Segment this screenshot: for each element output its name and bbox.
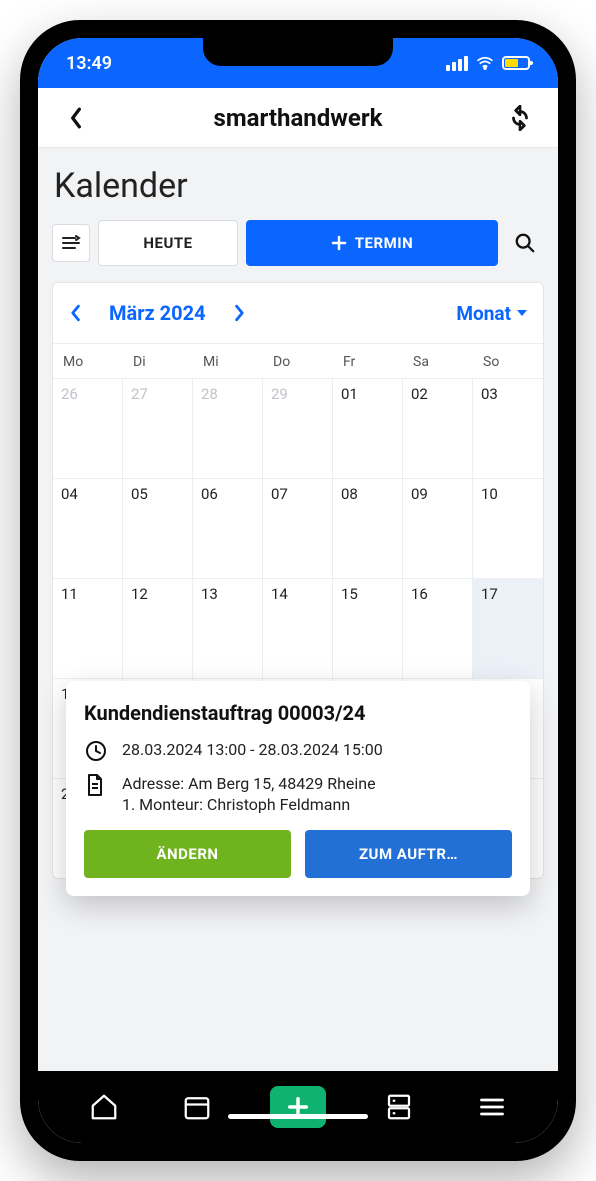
- calendar-header: März 2024 Monat: [53, 283, 543, 343]
- prev-month-button[interactable]: [69, 304, 81, 322]
- signal-icon: [446, 56, 468, 71]
- document-icon: [84, 773, 108, 797]
- status-time: 13:49: [66, 53, 112, 74]
- wifi-icon: [476, 56, 494, 70]
- filter-button[interactable]: [52, 224, 90, 262]
- today-button-label: HEUTE: [143, 234, 192, 252]
- weekday-header: Di: [123, 343, 193, 378]
- plus-icon: [331, 235, 347, 251]
- calendar-week-row: 04050607080910: [53, 478, 543, 578]
- calendar-day-cell[interactable]: 01: [333, 378, 403, 478]
- app-title: smarthandwerk: [214, 104, 383, 132]
- status-right: [446, 56, 530, 71]
- toolbar: HEUTE TERMIN: [52, 220, 544, 266]
- view-label: Monat: [456, 302, 511, 325]
- today-button[interactable]: HEUTE: [98, 220, 238, 266]
- calendar-day-cell[interactable]: 03: [473, 378, 543, 478]
- calendar-day-cell[interactable]: 11: [53, 578, 123, 678]
- calendar-day-cell[interactable]: 07: [263, 478, 333, 578]
- nav-add[interactable]: [270, 1086, 326, 1128]
- new-event-label: TERMIN: [355, 234, 413, 252]
- bottom-nav: [38, 1071, 558, 1143]
- search-button[interactable]: [506, 224, 544, 262]
- calendar-day-cell[interactable]: 10: [473, 478, 543, 578]
- battery-icon: [502, 56, 530, 70]
- nav-calendar[interactable]: [177, 1087, 217, 1127]
- calendar-day-cell[interactable]: 12: [123, 578, 193, 678]
- next-month-button[interactable]: [234, 304, 246, 322]
- home-indicator: [228, 1114, 368, 1119]
- nav-menu[interactable]: [472, 1087, 512, 1127]
- weekday-header: Sa: [403, 343, 473, 378]
- edit-button[interactable]: ÄNDERN: [84, 830, 291, 878]
- calendar-day-cell[interactable]: 09: [403, 478, 473, 578]
- calendar-day-cell[interactable]: 28: [193, 378, 263, 478]
- calendar-day-cell[interactable]: 16: [403, 578, 473, 678]
- weekday-row: MoDiMiDoFrSaSo: [53, 343, 543, 378]
- popup-actions: ÄNDERN ZUM AUFTR…: [84, 830, 512, 878]
- popup-time-text: 28.03.2024 13:00 - 28.03.2024 15:00: [122, 739, 383, 761]
- calendar-day-cell[interactable]: 05: [123, 478, 193, 578]
- weekday-header: Fr: [333, 343, 403, 378]
- month-label: März 2024: [109, 301, 206, 325]
- calendar-day-cell[interactable]: 29: [263, 378, 333, 478]
- calendar-week-row: 26272829010203: [53, 378, 543, 478]
- back-button[interactable]: [58, 100, 94, 136]
- calendar-day-cell[interactable]: 26: [53, 378, 123, 478]
- weekday-header: Mo: [53, 343, 123, 378]
- weekday-header: Do: [263, 343, 333, 378]
- calendar-day-cell[interactable]: 02: [403, 378, 473, 478]
- edit-button-label: ÄNDERN: [156, 845, 218, 863]
- popup-details-text: Adresse: Am Berg 15, 48429 Rheine 1. Mon…: [122, 773, 376, 816]
- chevron-down-icon: [517, 310, 527, 316]
- screen: 13:49 smarthandwerk Kalender: [38, 38, 558, 1143]
- new-event-button[interactable]: TERMIN: [246, 220, 498, 266]
- calendar-day-cell[interactable]: 17: [473, 578, 543, 678]
- sync-button[interactable]: [502, 100, 538, 136]
- calendar-day-cell[interactable]: 15: [333, 578, 403, 678]
- calendar-day-cell[interactable]: 04: [53, 478, 123, 578]
- open-order-button[interactable]: ZUM AUFTR…: [305, 830, 512, 878]
- calendar-week-row: 11121314151617: [53, 578, 543, 678]
- weekday-header: Mi: [193, 343, 263, 378]
- nav-tasks[interactable]: [379, 1087, 419, 1127]
- popup-address: Adresse: Am Berg 15, 48429 Rheine: [122, 773, 376, 795]
- device-notch: [203, 38, 393, 66]
- calendar-day-cell[interactable]: 14: [263, 578, 333, 678]
- open-order-label: ZUM AUFTR…: [359, 845, 458, 863]
- weekday-header: So: [473, 343, 543, 378]
- phone-frame: 13:49 smarthandwerk Kalender: [20, 20, 576, 1161]
- month-navigator: März 2024: [69, 301, 246, 325]
- nav-home[interactable]: [84, 1087, 124, 1127]
- popup-time-row: 28.03.2024 13:00 - 28.03.2024 15:00: [84, 739, 512, 763]
- page-title: Kalender: [52, 162, 544, 220]
- calendar-day-cell[interactable]: 06: [193, 478, 263, 578]
- popup-fitter: 1. Monteur: Christoph Feldmann: [122, 794, 376, 816]
- page-body: Kalender HEUTE TERMIN: [38, 148, 558, 1071]
- view-selector[interactable]: Monat: [456, 302, 527, 325]
- calendar-day-cell[interactable]: 08: [333, 478, 403, 578]
- popup-details-row: Adresse: Am Berg 15, 48429 Rheine 1. Mon…: [84, 773, 512, 816]
- popup-title: Kundendienstauftrag 00003/24: [84, 701, 512, 725]
- calendar-day-cell[interactable]: 27: [123, 378, 193, 478]
- clock-icon: [84, 739, 108, 763]
- calendar-day-cell[interactable]: 13: [193, 578, 263, 678]
- event-popup: Kundendienstauftrag 00003/24 28.03.2024 …: [66, 681, 530, 896]
- app-header: smarthandwerk: [38, 88, 558, 148]
